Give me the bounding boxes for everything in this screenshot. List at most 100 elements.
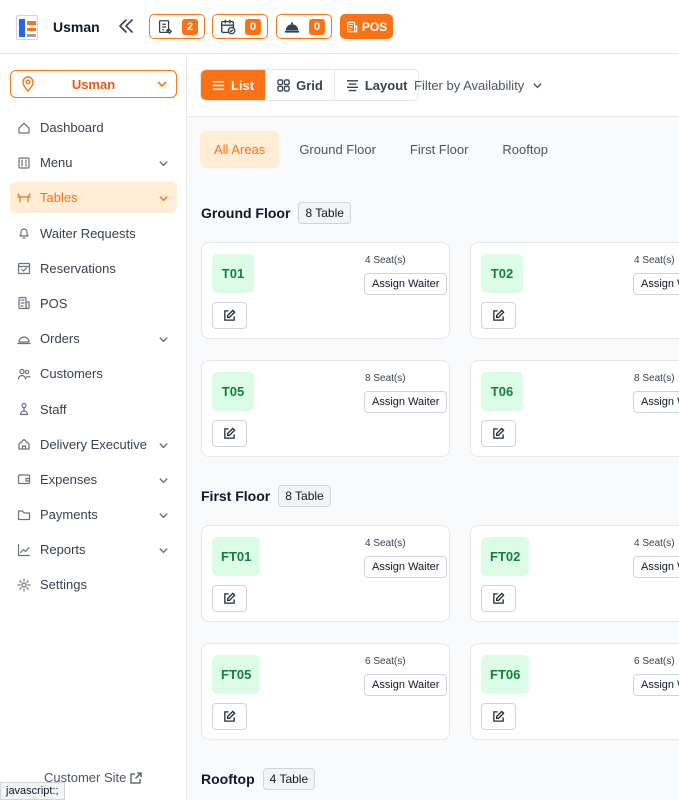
pos-label: POS xyxy=(361,19,388,34)
list-icon xyxy=(212,80,225,90)
edit-table-button[interactable] xyxy=(212,585,247,612)
edit-icon xyxy=(224,592,236,604)
assign-waiter-button[interactable]: Assign Waiter xyxy=(364,556,448,578)
layout-view-button[interactable]: Layout xyxy=(335,70,419,100)
location-pin-icon xyxy=(22,76,34,92)
seat-count: 8 Seat(s) xyxy=(634,373,675,384)
table-code[interactable]: FT02 xyxy=(481,537,530,576)
edit-table-button[interactable] xyxy=(212,420,247,447)
table-code[interactable]: FT05 xyxy=(212,655,261,694)
waiter-requests-count: 2 xyxy=(182,18,199,35)
sidebar-item-waiter-requests[interactable]: Waiter Requests xyxy=(10,218,177,249)
table-code[interactable]: FT06 xyxy=(481,655,530,694)
availability-filter[interactable]: Filter by Availability xyxy=(414,78,543,93)
edit-table-button[interactable] xyxy=(481,420,516,447)
sidebar-item-orders[interactable]: Orders xyxy=(10,323,177,354)
table-card[interactable]: T06 8 Seat(s) Assign Waiter xyxy=(470,360,679,457)
edit-table-button[interactable] xyxy=(212,703,247,730)
table-card[interactable]: T05 8 Seat(s) Assign Waiter xyxy=(201,360,450,457)
edit-icon xyxy=(493,427,505,439)
assign-waiter-button[interactable]: Assign Waiter xyxy=(364,674,448,696)
edit-table-button[interactable] xyxy=(212,302,247,329)
table-code[interactable]: FT01 xyxy=(212,537,261,576)
sidebar-item-payments[interactable]: Payments xyxy=(10,499,177,530)
menu-book-icon xyxy=(16,155,31,170)
table-card[interactable]: FT02 4 Seat(s) Assign Waiter xyxy=(470,525,679,622)
layout-view-label: Layout xyxy=(364,77,408,93)
sidebar-item-tables[interactable]: Tables xyxy=(10,182,177,214)
sidebar-item-label: POS xyxy=(40,295,68,311)
sidebar-item-label: Delivery Executive xyxy=(40,436,147,452)
layout-icon xyxy=(346,79,358,91)
sidebar-item-customers[interactable]: Customers xyxy=(10,358,177,389)
chevron-down-icon xyxy=(158,439,169,450)
table-card[interactable]: FT06 6 Seat(s) Assign Waiter xyxy=(470,643,679,740)
table-card[interactable]: FT05 6 Seat(s) Assign Waiter xyxy=(201,643,450,740)
table-code[interactable]: T06 xyxy=(481,372,523,411)
assign-waiter-button[interactable]: Assign Waiter xyxy=(633,556,679,578)
collapse-sidebar-icon[interactable] xyxy=(116,16,136,36)
chevron-down-icon xyxy=(158,509,169,520)
sidebar-item-staff[interactable]: Staff xyxy=(10,394,177,425)
sidebar-item-label: Settings xyxy=(40,577,87,593)
branch-selector[interactable]: Usman xyxy=(10,70,177,98)
sidebar-item-settings[interactable]: Settings xyxy=(10,569,177,600)
edit-icon xyxy=(224,427,236,439)
sidebar-item-label: Orders xyxy=(40,331,80,347)
sidebar-item-label: Reservations xyxy=(40,260,116,276)
table-code[interactable]: T02 xyxy=(481,254,523,293)
bell-icon xyxy=(16,226,31,241)
grid-view-button[interactable]: Grid xyxy=(266,70,335,100)
status-bar-url: javascript:; xyxy=(0,782,65,800)
table-card[interactable]: T02 4 Seat(s) Assign Waiter xyxy=(470,242,679,339)
edit-table-button[interactable] xyxy=(481,585,516,612)
reservations-button[interactable]: 0 xyxy=(212,14,269,39)
sidebar-item-menu[interactable]: Menu xyxy=(10,147,177,178)
orders-count: 0 xyxy=(309,18,326,35)
sidebar-item-delivery-executive[interactable]: Delivery Executive xyxy=(10,429,177,460)
cloche-icon xyxy=(284,21,300,33)
sidebar-item-label: Expenses xyxy=(40,471,98,487)
calendar-check-icon xyxy=(221,19,236,34)
table-card[interactable]: FT01 4 Seat(s) Assign Waiter xyxy=(201,525,450,622)
seat-count: 6 Seat(s) xyxy=(365,656,406,667)
sidebar-item-label: Dashboard xyxy=(40,120,104,135)
seat-count: 6 Seat(s) xyxy=(634,656,675,667)
edit-table-button[interactable] xyxy=(481,302,516,329)
chevron-down-icon xyxy=(158,192,169,203)
edit-icon xyxy=(224,710,236,722)
sidebar-item-reservations[interactable]: Reservations xyxy=(10,253,177,284)
branch-name: Usman xyxy=(71,76,116,92)
assign-waiter-button[interactable]: Assign Waiter xyxy=(633,391,679,413)
assign-waiter-button[interactable]: Assign Waiter xyxy=(633,674,679,696)
edit-icon xyxy=(493,710,505,722)
table-code[interactable]: T01 xyxy=(212,254,254,293)
cloche-icon xyxy=(16,331,31,346)
staff-icon xyxy=(16,402,31,417)
waiter-requests-button[interactable]: 2 xyxy=(149,14,206,39)
table-code[interactable]: T05 xyxy=(212,372,254,411)
assign-waiter-button[interactable]: Assign Waiter xyxy=(633,273,679,295)
pos-icon xyxy=(16,296,31,311)
sidebar-item-pos[interactable]: POS xyxy=(10,288,177,319)
edit-table-button[interactable] xyxy=(481,703,516,730)
pos-button[interactable]: POS xyxy=(340,14,393,39)
orders-button[interactable]: 0 xyxy=(276,14,333,39)
top-bar: Usman 2 0 0 POS xyxy=(0,0,679,54)
sidebar-item-reports[interactable]: Reports xyxy=(10,534,177,565)
table-card[interactable]: T01 4 Seat(s) Assign Waiter xyxy=(201,242,450,339)
assign-waiter-button[interactable]: Assign Waiter xyxy=(364,273,448,295)
chevron-down-icon xyxy=(158,544,169,555)
external-link-icon xyxy=(130,771,143,784)
tables-list: T01 4 Seat(s) Assign Waiter T02 4 Seat(s) Ass… xyxy=(187,117,679,800)
assign-waiter-button[interactable]: Assign Waiter xyxy=(364,391,448,413)
seat-count: 4 Seat(s) xyxy=(634,255,675,266)
edit-icon xyxy=(493,592,505,604)
app-logo[interactable] xyxy=(16,15,38,40)
sidebar-item-expenses[interactable]: Expenses xyxy=(10,464,177,495)
edit-icon xyxy=(224,309,236,321)
chevron-down-icon xyxy=(158,474,169,485)
sidebar-item-dashboard[interactable]: Dashboard xyxy=(10,112,177,143)
list-view-button[interactable]: List xyxy=(201,70,267,100)
delivery-icon xyxy=(16,437,31,452)
